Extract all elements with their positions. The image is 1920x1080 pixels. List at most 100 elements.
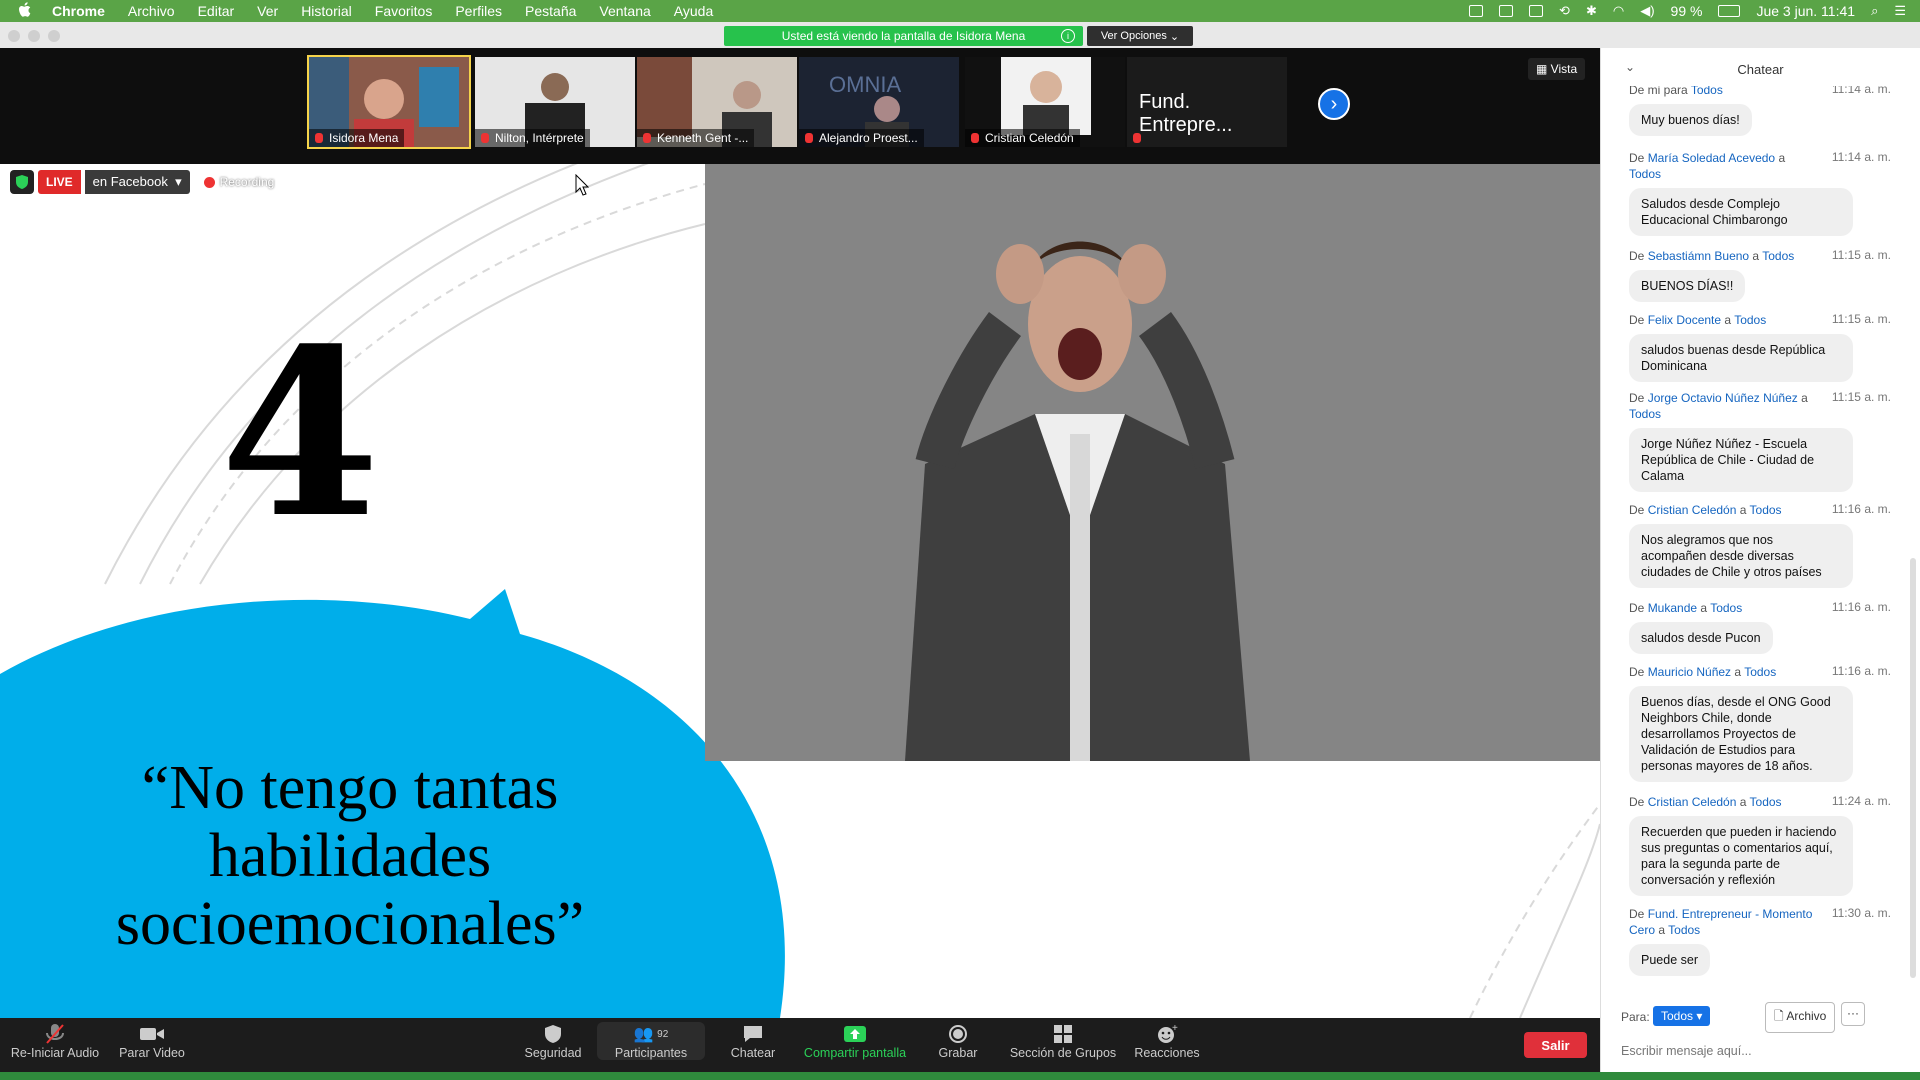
- participant-name: Nilton, Intérprete: [495, 131, 584, 145]
- menu-favoritos[interactable]: Favoritos: [375, 3, 433, 19]
- chat-bubble: Recuerden que pueden ir haciendo sus pre…: [1629, 816, 1853, 896]
- chat-messages[interactable]: De mi para Todos 11:14 a. m. Muy buenos dí…: [1601, 86, 1901, 1026]
- participants-button-label: Participantes: [614, 1046, 688, 1060]
- mouse-cursor-icon: [575, 174, 589, 196]
- mic-icon: [971, 133, 979, 143]
- chat-bubble: BUENOS DÍAS!!: [1629, 270, 1746, 302]
- menu-app-name[interactable]: Chrome: [52, 3, 105, 19]
- chat-recipient[interactable]: Todos: [1750, 503, 1782, 517]
- recording-indicator[interactable]: Recording: [203, 175, 274, 189]
- shield-check-icon[interactable]: [10, 170, 34, 194]
- chat-message-header: De Cristian Celedón a Todos: [1629, 795, 1782, 809]
- record-button[interactable]: Grabar: [930, 1022, 986, 1060]
- menu-editar[interactable]: Editar: [198, 3, 235, 19]
- apple-icon[interactable]: [18, 1, 36, 21]
- control-center-icon[interactable]: ☰: [1894, 3, 1906, 19]
- minimize-window-icon[interactable]: [28, 30, 40, 42]
- chat-sender[interactable]: Cristian Celedón: [1648, 795, 1737, 809]
- next-page-button[interactable]: ›: [1318, 88, 1350, 120]
- chat-sender[interactable]: Fund. Entrepreneur - Momento Cero: [1629, 907, 1812, 937]
- breakout-grid-icon: [1006, 1022, 1120, 1046]
- slide-quote: “No tengo tantas habilidades socioemocio…: [115, 754, 585, 958]
- screen-share-status-icon[interactable]: [1499, 5, 1514, 17]
- grid-icon: ▦: [1536, 62, 1551, 76]
- audio-button[interactable]: Re-Iniciar Audio: [10, 1022, 100, 1060]
- view-button[interactable]: ▦ Vista: [1528, 58, 1586, 80]
- spotlight-icon[interactable]: ⌕: [1871, 3, 1878, 19]
- airplay-icon[interactable]: [1529, 5, 1544, 17]
- clock[interactable]: Jue 3 jun. 11:41: [1756, 3, 1855, 19]
- wifi-icon[interactable]: ◠: [1613, 3, 1624, 19]
- menu-ayuda[interactable]: Ayuda: [674, 3, 713, 19]
- mic-icon: [643, 133, 651, 143]
- video-tile[interactable]: Cristian Celedón: [965, 57, 1125, 147]
- more-options-button[interactable]: ···: [1841, 1002, 1865, 1026]
- participants-button[interactable]: 👥 92 Participantes: [597, 1022, 705, 1060]
- chat-sender[interactable]: Mauricio Núñez: [1648, 665, 1731, 679]
- video-button-label: Parar Video: [119, 1046, 185, 1060]
- chat-timestamp: 11:15 a. m.: [1831, 390, 1891, 404]
- video-tile[interactable]: Fund. Entrepre...: [1127, 57, 1287, 147]
- video-tile[interactable]: Kenneth Gent -...: [637, 57, 797, 147]
- menu-ver[interactable]: Ver: [257, 3, 278, 19]
- live-platform-dropdown[interactable]: en Facebook ▾: [84, 170, 190, 194]
- chat-recipient[interactable]: Todos: [1668, 923, 1700, 937]
- bluetooth-icon[interactable]: ✱: [1586, 3, 1597, 19]
- chat-message-header: De Cristian Celedón a Todos: [1629, 503, 1782, 517]
- chat-from-label: De: [1629, 665, 1645, 679]
- screen-share-banner-text: Usted está viendo la pantalla de Isidora…: [781, 29, 1026, 43]
- fullscreen-window-icon[interactable]: [48, 30, 60, 42]
- chat-message-input[interactable]: Escribir mensaje aquí...: [1621, 1044, 1752, 1058]
- chat-sender[interactable]: Sebastiámn Bueno: [1648, 249, 1749, 263]
- chat-bubble: Jorge Núñez Núñez - Escuela República de…: [1629, 428, 1853, 492]
- video-tile[interactable]: Nilton, Intérprete: [475, 57, 635, 147]
- live-badge[interactable]: LIVE: [38, 170, 81, 194]
- chat-recipient[interactable]: Todos: [1744, 665, 1776, 679]
- video-button[interactable]: Parar Video: [114, 1022, 190, 1060]
- chat-header: ⌄ Chatear: [1601, 48, 1920, 88]
- chat-recipient[interactable]: Todos: [1629, 167, 1661, 181]
- share-screen-button[interactable]: Compartir pantalla: [800, 1022, 910, 1060]
- chat-recipient[interactable]: Todos: [1629, 407, 1661, 421]
- view-options-button[interactable]: Ver Opciones ⌄: [1087, 26, 1193, 46]
- chat-scrollbar[interactable]: [1910, 558, 1916, 978]
- menu-archivo[interactable]: Archivo: [128, 3, 175, 19]
- chat-sender[interactable]: Cristian Celedón: [1648, 503, 1737, 517]
- participant-name: Alejandro Proest...: [819, 131, 918, 145]
- file-button[interactable]: 🗋 Archivo: [1765, 1002, 1836, 1033]
- video-tile[interactable]: Isidora Mena: [307, 55, 471, 149]
- reactions-button[interactable]: + Reacciones: [1130, 1022, 1204, 1060]
- chat-button[interactable]: Chatear: [720, 1022, 786, 1060]
- zoom-status-icon[interactable]: [1469, 5, 1484, 17]
- battery-icon[interactable]: [1718, 5, 1741, 17]
- chat-sender[interactable]: María Soledad Acevedo: [1648, 151, 1775, 165]
- leave-button[interactable]: Salir: [1524, 1032, 1587, 1058]
- chat-recipient[interactable]: Todos: [1691, 86, 1723, 97]
- file-icon: 🗋: [1774, 1009, 1784, 1023]
- chat-sender[interactable]: Felix Docente: [1648, 313, 1721, 327]
- audio-button-label: Re-Iniciar Audio: [10, 1046, 100, 1060]
- chat-message-header: De Felix Docente a Todos: [1629, 313, 1767, 327]
- video-tile[interactable]: OMNIA Alejandro Proest...: [799, 57, 959, 147]
- menu-perfiles[interactable]: Perfiles: [455, 3, 502, 19]
- battery-percent[interactable]: 99 %: [1671, 3, 1703, 19]
- chat-sender[interactable]: Jorge Octavio Núñez Núñez: [1648, 391, 1798, 405]
- chat-message: De María Soledad Acevedo a Todos 11:14 a.…: [1629, 150, 1891, 236]
- chat-sender[interactable]: Mukande: [1648, 601, 1697, 615]
- close-window-icon[interactable]: [8, 30, 20, 42]
- volume-icon[interactable]: ◀): [1640, 3, 1654, 19]
- breakout-rooms-button[interactable]: Sección de Grupos: [1006, 1022, 1120, 1060]
- menu-pestana[interactable]: Pestaña: [525, 3, 576, 19]
- security-button[interactable]: Seguridad: [520, 1022, 586, 1060]
- chat-recipient[interactable]: Todos: [1750, 795, 1782, 809]
- menu-historial[interactable]: Historial: [301, 3, 352, 19]
- chat-recipient[interactable]: Todos: [1762, 249, 1794, 263]
- chat-recipient[interactable]: Todos: [1734, 313, 1766, 327]
- recipient-dropdown[interactable]: Todos ▾: [1653, 1006, 1711, 1026]
- chat-from-label: De mi para: [1629, 86, 1688, 97]
- time-machine-icon[interactable]: ⟲: [1559, 3, 1570, 19]
- info-icon[interactable]: i: [1061, 29, 1075, 43]
- chat-from-label: De: [1629, 601, 1645, 615]
- chat-recipient[interactable]: Todos: [1710, 601, 1742, 615]
- menu-ventana[interactable]: Ventana: [599, 3, 650, 19]
